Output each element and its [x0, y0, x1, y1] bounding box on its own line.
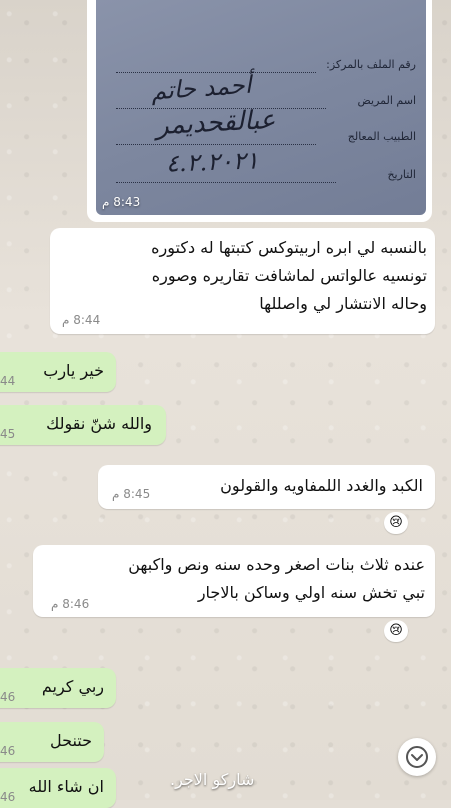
message-text-line: بالنسبه لي ابره اربيتوكس كتبتها له دكتور…	[151, 238, 427, 257]
chevron-down-icon	[406, 746, 428, 768]
form-patient-label: اسم المريض	[357, 94, 416, 107]
message-time: 8:46 م	[51, 597, 90, 611]
story-caption: شاركو الاجر.	[170, 770, 255, 789]
incoming-message[interactable]: عنده ثلاث بنات اصغر وحده سنه ونص واكبهن …	[33, 545, 435, 617]
scroll-to-bottom-button[interactable]	[398, 738, 436, 776]
message-text: والله شنّ نقولك	[46, 414, 152, 433]
form-file-label: رقم الملف بالمركز:	[326, 58, 416, 71]
message-time-partial: 46	[0, 690, 16, 704]
message-text: الكبد والغدد اللمفاويه والقولون	[220, 476, 423, 495]
outgoing-message[interactable]: ربي كريم 46	[0, 668, 116, 708]
message-time: 8:43 م	[102, 195, 141, 209]
message-text-line: تونسيه عالواتس لماشافت تقاريره وصوره	[151, 266, 427, 285]
message-time-partial: 45	[0, 427, 16, 441]
incoming-message[interactable]: الكبد والغدد اللمفاويه والقولون 8:45 م	[98, 465, 435, 509]
outgoing-message[interactable]: حتنحل 46	[0, 722, 104, 762]
message-text: حتنحل	[50, 731, 92, 750]
form-date-label: التاريخ	[387, 168, 416, 181]
crying-reaction[interactable]: 😢	[384, 512, 408, 534]
patient-handwriting: أحمد حاتم	[150, 70, 253, 106]
doctor-handwriting: عبالقحديمر	[155, 104, 277, 142]
message-time: 8:44 م	[62, 313, 101, 327]
message-time-partial: 46	[0, 744, 16, 758]
medical-report-image[interactable]: رقم الملف بالمركز: اسم المريض أحمد حاتم …	[96, 0, 426, 215]
date-handwriting: ٤.٢.٢٠٢١	[165, 146, 260, 178]
message-text-line: عنده ثلاث بنات اصغر وحده سنه ونص واكبهن	[128, 555, 425, 574]
message-time-partial: 46	[0, 790, 16, 804]
message-text: ربي كريم	[41, 677, 104, 696]
message-text-line: تبي تخش سنه اولي وساكن بالاجار	[197, 583, 425, 602]
form-doctor-label: الطبيب المعالج	[347, 130, 416, 143]
message-time: 8:45 م	[112, 487, 151, 501]
message-text: ان شاء الله	[28, 777, 104, 796]
outgoing-message[interactable]: ان شاء الله 46	[0, 768, 116, 808]
dotted-line	[116, 144, 316, 145]
incoming-message[interactable]: بالنسبه لي ابره اربيتوكس كتبتها له دكتور…	[50, 228, 435, 334]
crying-reaction[interactable]: 😢	[384, 620, 408, 642]
message-time-partial: 44	[0, 374, 16, 388]
message-text: خير يارب	[43, 361, 104, 380]
message-text-line: وحاله الانتشار لي واصللها	[259, 294, 427, 313]
outgoing-message[interactable]: خير يارب 44	[0, 352, 116, 392]
outgoing-message[interactable]: والله شنّ نقولك 45	[0, 405, 166, 445]
dotted-line	[116, 182, 336, 183]
